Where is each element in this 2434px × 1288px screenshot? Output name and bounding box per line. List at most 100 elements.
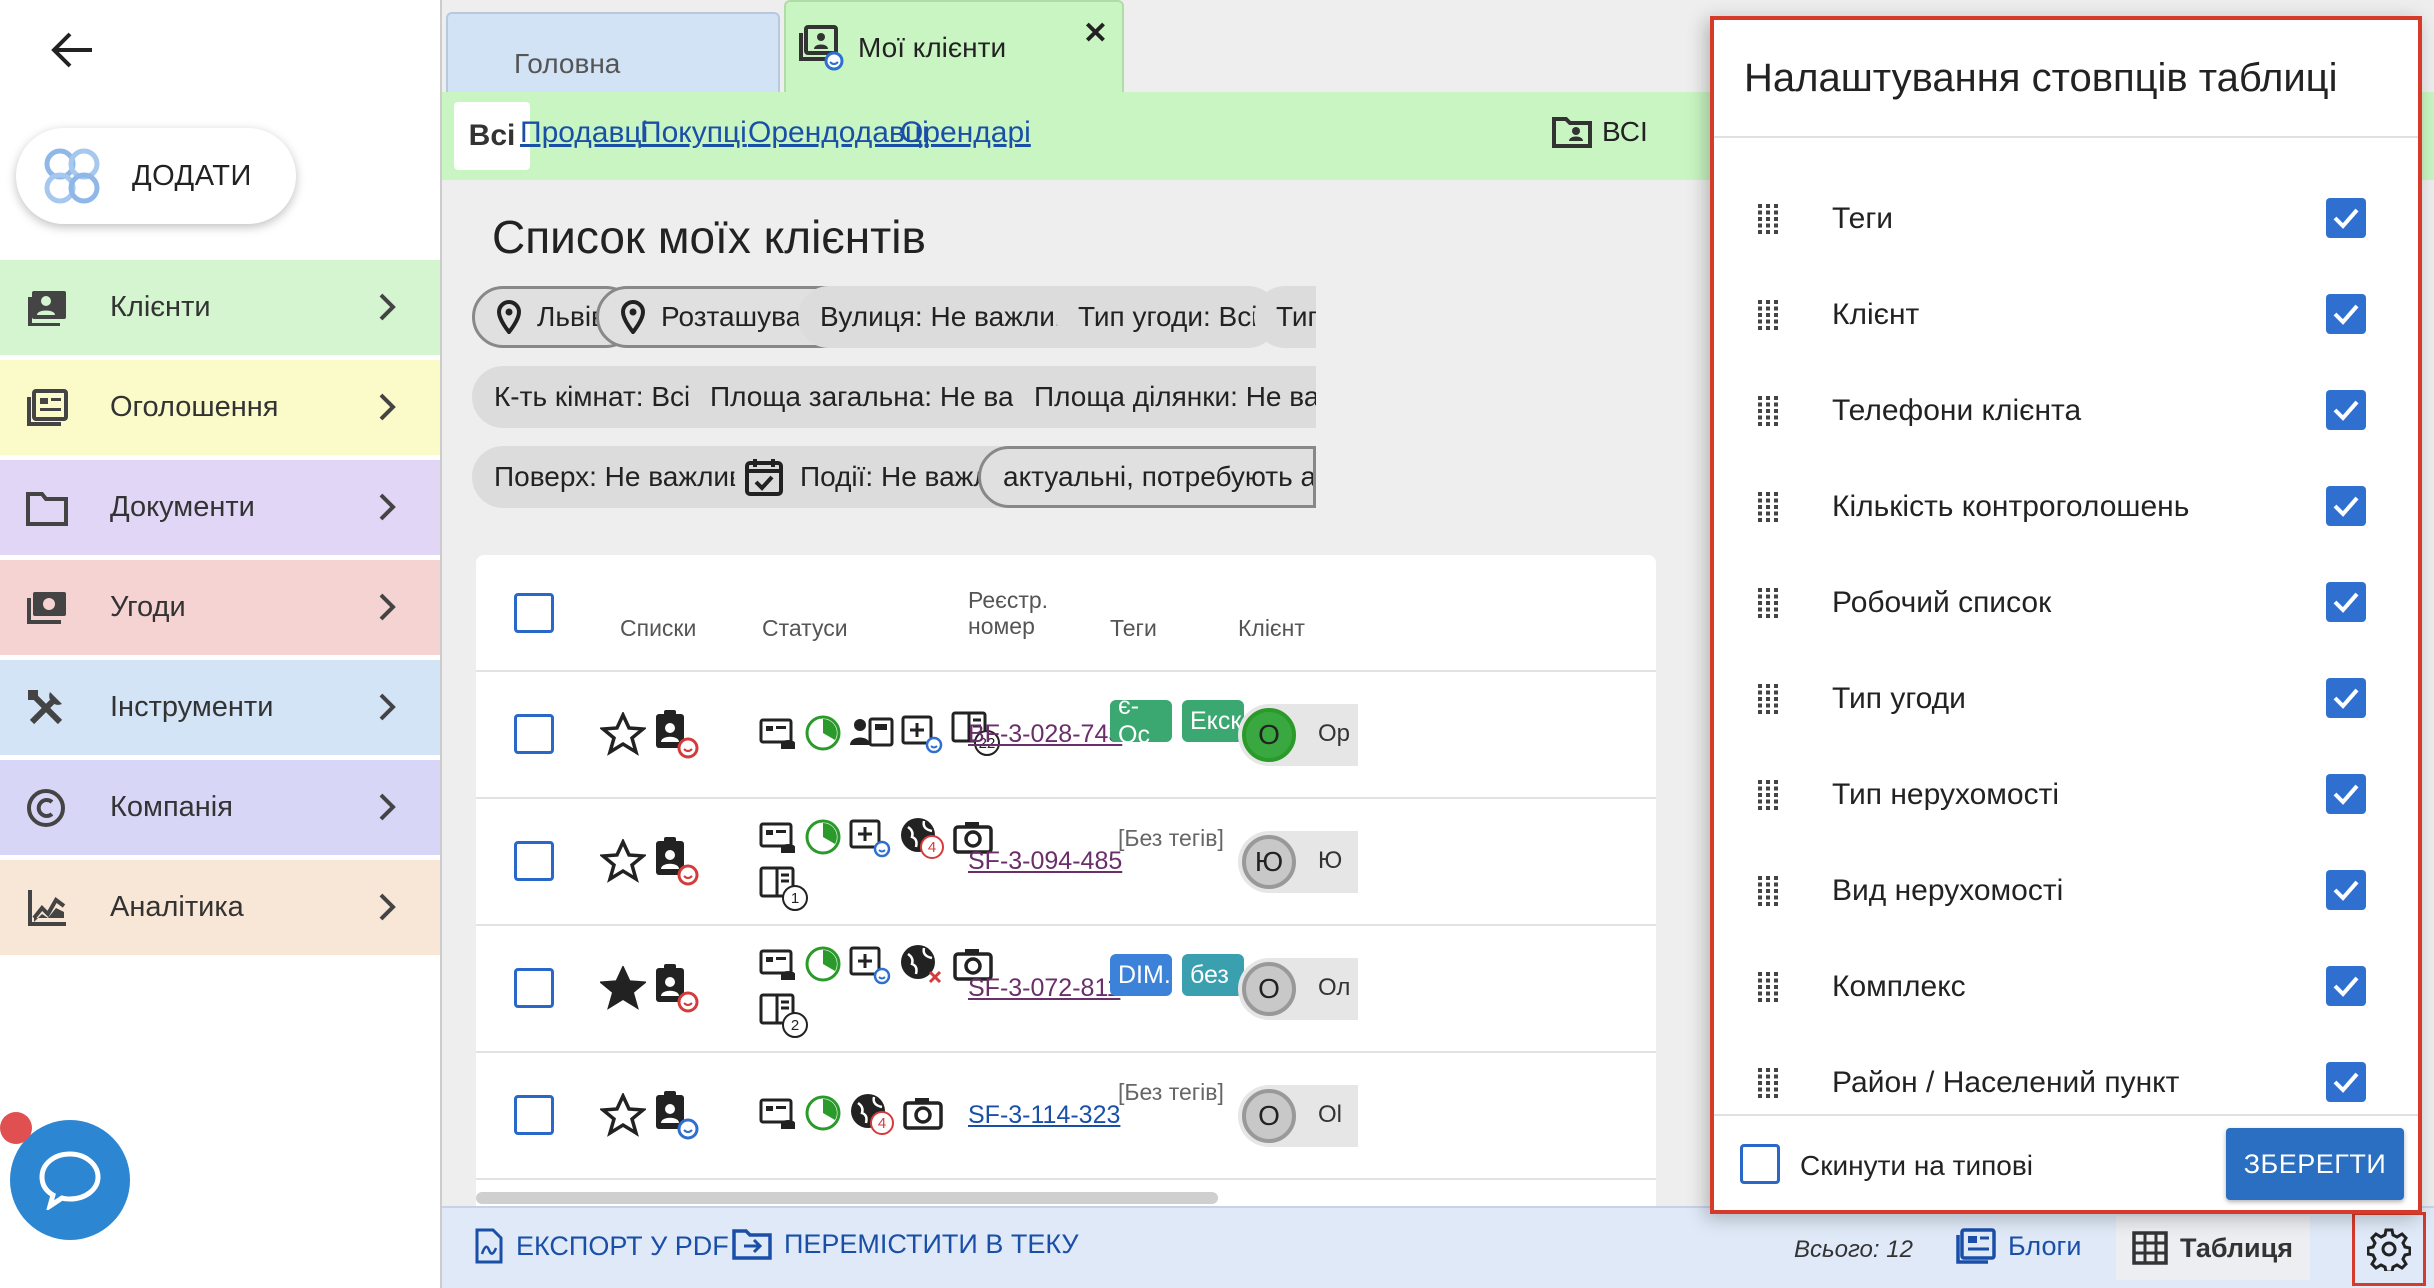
column-visible-checkbox[interactable] bbox=[2326, 870, 2366, 910]
filter-chip-deal-type[interactable]: Тип угоди: Всі bbox=[1056, 286, 1280, 348]
reg-number-link[interactable]: SF-3-072-811 bbox=[968, 974, 1120, 1003]
star-outline-icon[interactable] bbox=[600, 712, 646, 756]
filter-tab-tenants[interactable]: Орендарі bbox=[900, 116, 1031, 150]
progress-pie-icon[interactable] bbox=[804, 945, 842, 983]
column-setting-item[interactable]: Клієнт bbox=[1714, 266, 2418, 362]
row-checkbox[interactable] bbox=[514, 714, 554, 754]
drag-handle-icon[interactable] bbox=[1758, 972, 1780, 1002]
progress-pie-icon[interactable] bbox=[804, 714, 842, 752]
star-filled-icon[interactable] bbox=[600, 966, 646, 1010]
id-cards-icon[interactable] bbox=[848, 715, 894, 751]
client-smile-red-icon[interactable] bbox=[652, 708, 700, 760]
column-visible-checkbox[interactable] bbox=[2326, 294, 2366, 334]
sidebar-item-deals[interactable]: Угоди bbox=[0, 560, 440, 655]
horizontal-scrollbar[interactable] bbox=[476, 1192, 1218, 1204]
sidebar-item-listings[interactable]: Оголошення bbox=[0, 360, 440, 455]
client-smile-red-icon[interactable] bbox=[652, 835, 700, 887]
sidebar-item-analytics[interactable]: Аналітика bbox=[0, 860, 440, 955]
column-visible-checkbox[interactable] bbox=[2326, 678, 2366, 718]
star-outline-icon[interactable] bbox=[600, 1093, 646, 1137]
table-row[interactable]: 4 SF-3-114-323 [Без тегів] О Ol bbox=[476, 1053, 1656, 1180]
sidebar-item-company[interactable]: Компанія bbox=[0, 760, 440, 855]
sidebar-item-clients[interactable]: Клієнти bbox=[0, 260, 440, 355]
progress-pie-icon[interactable] bbox=[804, 818, 842, 856]
column-visible-checkbox[interactable] bbox=[2326, 1062, 2366, 1102]
close-tab-icon[interactable]: ✕ bbox=[1083, 16, 1108, 51]
client-pill[interactable]: О Ол bbox=[1238, 958, 1358, 1020]
drag-handle-icon[interactable] bbox=[1758, 684, 1780, 714]
column-setting-item[interactable]: Комплекс bbox=[1714, 938, 2418, 1034]
tag-chip[interactable]: є-Ос bbox=[1110, 700, 1172, 742]
table-row[interactable]: 2 SF-3-072-811 DIM. без О Ол bbox=[476, 926, 1656, 1053]
column-setting-item[interactable]: Вид нерухомості bbox=[1714, 842, 2418, 938]
globe-count-badge[interactable]: 4 bbox=[898, 815, 946, 859]
drag-handle-icon[interactable] bbox=[1758, 204, 1780, 234]
table-row[interactable]: 22 BF-3-028-743 є-Ос Екск О Ор bbox=[476, 672, 1656, 799]
sidebar-item-documents[interactable]: Документи bbox=[0, 460, 440, 555]
filter-tab-all[interactable]: Всі bbox=[454, 102, 530, 170]
listing-db-icon[interactable] bbox=[758, 817, 798, 857]
column-header-client[interactable]: Клієнт bbox=[1238, 615, 1305, 641]
filter-chip-property-type[interactable]: Тип н bbox=[1254, 286, 1316, 348]
back-button[interactable] bbox=[44, 22, 100, 78]
star-outline-icon[interactable] bbox=[600, 839, 646, 883]
view-blogs-button[interactable]: Блоги bbox=[1956, 1228, 2081, 1264]
listing-db-icon[interactable] bbox=[758, 713, 798, 753]
drag-handle-icon[interactable] bbox=[1758, 396, 1780, 426]
add-listing-smile-icon[interactable] bbox=[900, 711, 944, 755]
drag-handle-icon[interactable] bbox=[1758, 300, 1780, 330]
tag-chip[interactable]: DIM. bbox=[1110, 954, 1172, 996]
tab-home[interactable]: Головна bbox=[446, 12, 780, 92]
listing-db-icon[interactable] bbox=[758, 944, 798, 984]
column-visible-checkbox[interactable] bbox=[2326, 198, 2366, 238]
add-listing-smile-icon[interactable] bbox=[848, 942, 892, 986]
reg-number-link[interactable]: SF-3-094-485 bbox=[968, 847, 1122, 876]
table-row[interactable]: 4 1 SF-3-094-485 [Без тегів] Ю Ю bbox=[476, 799, 1656, 926]
camera-icon[interactable] bbox=[902, 1095, 944, 1131]
drag-handle-icon[interactable] bbox=[1758, 492, 1780, 522]
column-setting-item[interactable]: Тип нерухомості bbox=[1714, 746, 2418, 842]
column-setting-item[interactable]: Тип угоди bbox=[1714, 650, 2418, 746]
row-checkbox[interactable] bbox=[514, 841, 554, 881]
drag-handle-icon[interactable] bbox=[1758, 780, 1780, 810]
client-pill[interactable]: Ю Ю bbox=[1238, 831, 1358, 893]
export-pdf-button[interactable]: ЕКСПОРТ У PDF bbox=[474, 1228, 729, 1264]
view-table-button[interactable]: Таблиця bbox=[2116, 1216, 2310, 1280]
column-setting-item[interactable]: Робочий список bbox=[1714, 554, 2418, 650]
table-settings-button[interactable] bbox=[2352, 1212, 2426, 1286]
client-pill[interactable]: О Ol bbox=[1238, 1085, 1358, 1147]
column-header-tags[interactable]: Теги bbox=[1110, 615, 1157, 641]
reg-number-link[interactable]: SF-3-114-323 bbox=[968, 1101, 1120, 1130]
listing-db-icon[interactable] bbox=[758, 1093, 798, 1133]
column-setting-item[interactable]: Теги bbox=[1714, 170, 2418, 266]
save-button[interactable]: ЗБЕРЕГТИ bbox=[2226, 1128, 2404, 1200]
column-header-lists[interactable]: Списки bbox=[620, 615, 696, 641]
column-visible-checkbox[interactable] bbox=[2326, 774, 2366, 814]
add-button[interactable]: ДОДАТИ bbox=[16, 128, 296, 224]
add-listing-smile-icon[interactable] bbox=[848, 815, 892, 859]
tab-my-clients[interactable]: Мої клієнти ✕ bbox=[784, 0, 1124, 94]
filter-chip-relevance[interactable]: актуальні, потребують актуа... bbox=[978, 446, 1316, 508]
globe-count-badge[interactable]: 4 bbox=[848, 1091, 896, 1135]
drag-handle-icon[interactable] bbox=[1758, 876, 1780, 906]
tag-chip[interactable]: без bbox=[1182, 954, 1244, 996]
sidebar-item-tools[interactable]: Інструменти bbox=[0, 660, 440, 755]
client-smile-blue-icon[interactable] bbox=[652, 1089, 700, 1141]
column-visible-checkbox[interactable] bbox=[2326, 582, 2366, 622]
filter-tab-buyers[interactable]: Покупці bbox=[640, 116, 747, 150]
move-to-folder-button[interactable]: ПЕРЕМІСТИТИ В ТЕКУ bbox=[732, 1228, 1079, 1260]
client-pill[interactable]: О Ор bbox=[1238, 704, 1358, 766]
reg-number-link[interactable]: BF-3-028-743 bbox=[968, 720, 1122, 749]
column-visible-checkbox[interactable] bbox=[2326, 390, 2366, 430]
filter-chip-area-land[interactable]: Площа ділянки: Не важливо bbox=[1012, 366, 1316, 428]
folder-filter[interactable]: ВСІ bbox=[1552, 116, 1648, 148]
client-smile-red-icon[interactable] bbox=[652, 962, 700, 1014]
drag-handle-icon[interactable] bbox=[1758, 588, 1780, 618]
select-all-checkbox[interactable] bbox=[514, 593, 554, 633]
filter-tab-sellers[interactable]: Продавці bbox=[520, 116, 648, 150]
drag-handle-icon[interactable] bbox=[1758, 1068, 1780, 1098]
column-header-reg-number[interactable]: Реєстр. номер bbox=[968, 587, 1078, 640]
progress-pie-icon[interactable] bbox=[804, 1094, 842, 1132]
row-checkbox[interactable] bbox=[514, 1095, 554, 1135]
column-visible-checkbox[interactable] bbox=[2326, 966, 2366, 1006]
